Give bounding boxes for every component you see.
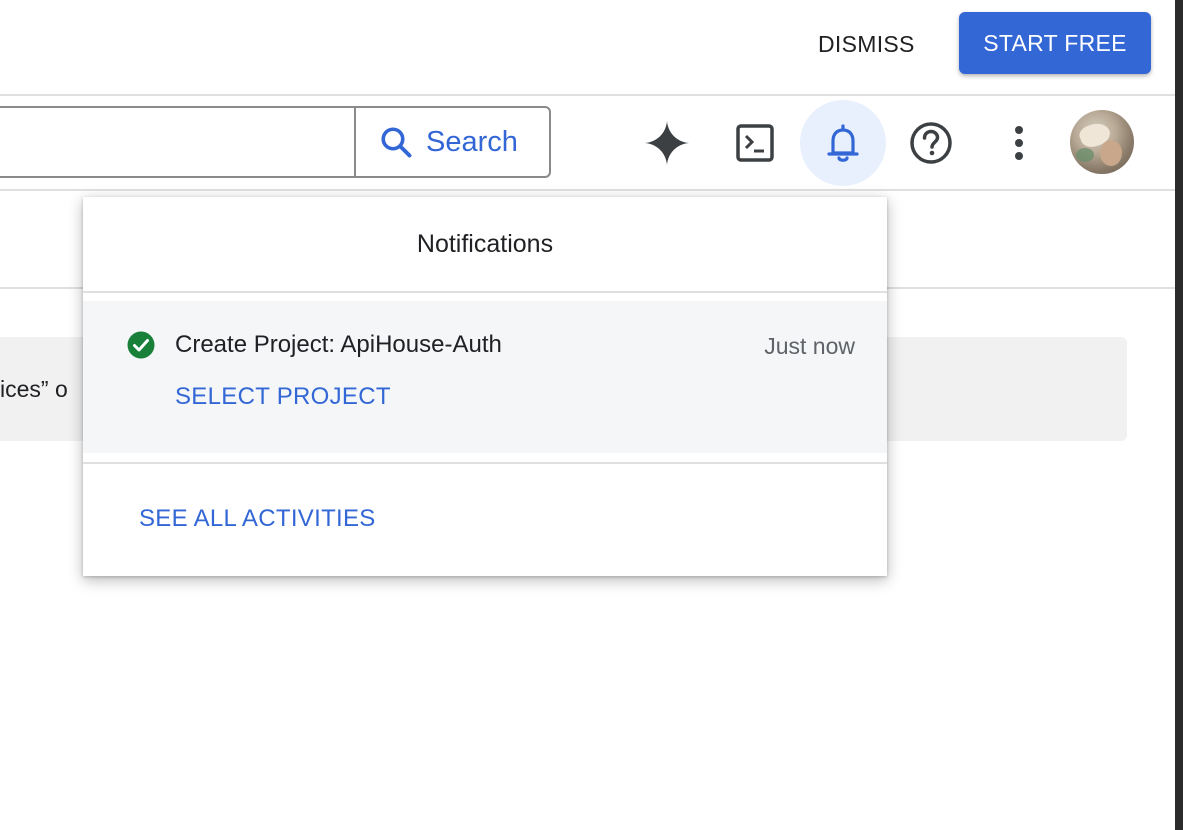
notifications-title: Notifications <box>416 229 554 258</box>
search-icon <box>381 127 412 158</box>
divider <box>0 94 1175 96</box>
more-options-button[interactable] <box>976 100 1062 186</box>
avatar-detail <box>1100 140 1122 166</box>
notification-time: Just now <box>764 333 855 359</box>
help-icon <box>910 122 952 164</box>
divider <box>0 189 1175 191</box>
notification-title: Create Project: ApiHouse-Auth <box>175 331 502 358</box>
notifications-panel: Notifications Create Project: ApiHouse-A… <box>83 197 887 576</box>
cloud-shell-button[interactable] <box>712 100 798 186</box>
search-button-label: Search <box>426 125 518 158</box>
notifications-button[interactable] <box>800 100 886 186</box>
bell-icon <box>827 124 859 162</box>
cloud-shell-icon <box>736 124 774 162</box>
more-vert-icon <box>1015 126 1023 160</box>
select-project-link[interactable]: SELECT PROJECT <box>175 383 391 411</box>
search-button[interactable]: Search <box>354 108 541 176</box>
window-edge <box>1175 0 1183 830</box>
check-circle-icon <box>127 331 155 359</box>
gemini-sparkle-icon <box>645 121 689 165</box>
help-button[interactable] <box>888 100 974 186</box>
divider <box>83 291 887 293</box>
dismiss-button[interactable]: DISMISS <box>806 22 927 66</box>
avatar[interactable] <box>1070 110 1134 174</box>
banner-text: ices” o <box>0 376 68 402</box>
promo-bar: DISMISS START FREE <box>0 0 1175 94</box>
see-all-activities-link[interactable]: SEE ALL ACTIVITIES <box>139 505 376 533</box>
divider <box>83 462 887 464</box>
start-free-button[interactable]: START FREE <box>959 12 1151 74</box>
avatar-detail <box>1076 148 1094 162</box>
search-bar: Search <box>0 106 551 178</box>
gemini-button[interactable] <box>624 100 710 186</box>
search-input[interactable] <box>6 116 346 168</box>
notification-item: Create Project: ApiHouse-Auth Just now S… <box>83 301 887 453</box>
